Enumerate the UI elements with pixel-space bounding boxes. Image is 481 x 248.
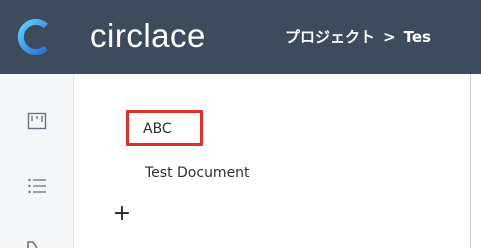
breadcrumb-separator: > <box>383 28 396 46</box>
list-item-test-document[interactable]: Test Document <box>145 161 250 185</box>
board-icon[interactable] <box>27 112 47 130</box>
page-icon[interactable] <box>27 240 47 248</box>
content-area: ABC Test Document + <box>0 74 481 248</box>
breadcrumb: プロジェクト > Tes <box>285 22 431 52</box>
breadcrumb-current[interactable]: Tes <box>404 28 431 46</box>
app-name[interactable]: circlace <box>90 10 206 62</box>
list-item-abc[interactable]: ABC <box>143 117 172 141</box>
sidebar <box>0 74 74 248</box>
list-icon[interactable] <box>27 177 47 195</box>
add-button[interactable]: + <box>110 202 134 226</box>
breadcrumb-project[interactable]: プロジェクト <box>285 28 375 46</box>
circlace-logo-icon[interactable] <box>16 18 54 56</box>
panel-divider <box>470 74 471 248</box>
app-header: circlace プロジェクト > Tes <box>0 0 481 74</box>
